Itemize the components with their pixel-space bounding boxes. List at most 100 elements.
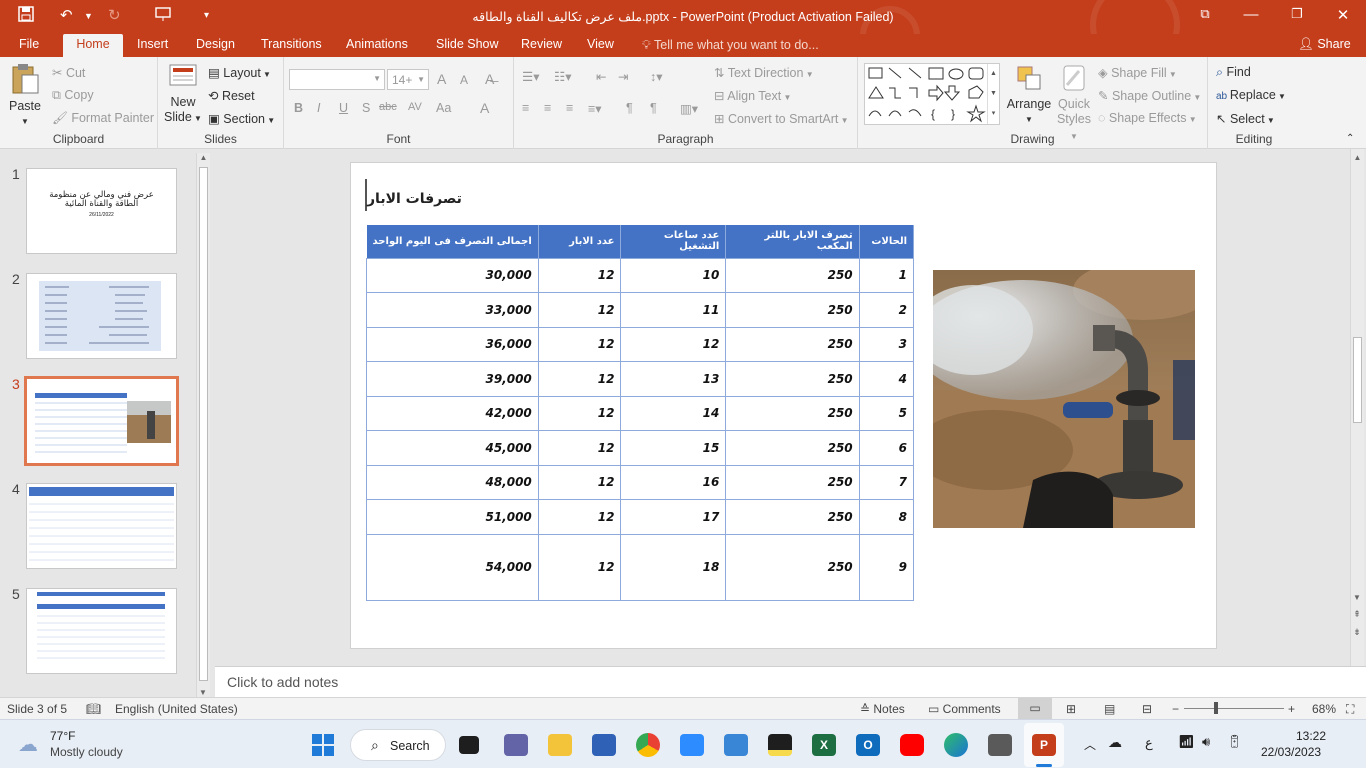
convert-smartart-button[interactable]: ⊞ Convert to SmartArt ▼ [714,111,849,126]
table-cell[interactable]: 45,000 [366,430,539,466]
align-center-icon[interactable]: ≡ [544,101,551,115]
table-cell[interactable]: 13 [620,361,727,397]
current-slide[interactable]: تصرفات الابار الحالات تصرف الابار باللتر… [350,162,1217,649]
table-cell[interactable]: 3 [858,326,915,362]
table-cell[interactable]: 9 [858,533,915,601]
language-indicator[interactable]: English (United States) [115,702,238,716]
copy-button[interactable]: ⧉ Copy [52,88,94,103]
table-cell[interactable]: 250 [725,361,860,397]
slide-thumbnail-3[interactable] [24,376,179,466]
file-explorer-icon[interactable] [548,734,572,756]
rtl-icon[interactable]: ¶ [650,101,657,115]
clock-time[interactable]: 13:22 [1296,729,1326,743]
show-hidden-icons[interactable]: ︿ [1084,736,1096,753]
notes-placeholder[interactable]: Click to add notes [227,674,338,690]
table-cell[interactable]: 12 [537,499,622,535]
header-cell[interactable]: اجمالى التصرف فى اليوم الواحد [366,225,539,258]
table-cell[interactable]: 250 [725,257,860,293]
zoom-app-icon[interactable] [680,734,704,756]
table-cell[interactable]: 250 [725,292,860,328]
tab-design[interactable]: Design [187,34,244,57]
share-button[interactable]: 👤︎ Share [1298,37,1351,52]
new-slide-button[interactable]: New Slide ▼ [164,63,202,126]
tab-slide-show[interactable]: Slide Show [427,34,508,57]
shapes-gallery[interactable]: {} ▲ ▼ ▾ [864,63,1000,125]
zoom-out-icon[interactable]: − [1172,702,1179,716]
grow-font-button[interactable]: A [437,71,446,87]
table-cell[interactable]: 250 [725,533,860,601]
font-color-button[interactable]: A [480,100,489,116]
slide-thumbnail-2[interactable] [26,273,177,359]
table-cell[interactable]: 36,000 [366,326,539,362]
table-cell[interactable]: 14 [620,395,727,431]
reset-button[interactable]: ⟲ Reset [208,88,255,103]
header-cell[interactable]: عدد الابار [538,225,622,258]
table-cell[interactable]: 11 [620,292,727,328]
slide-thumbnail-1[interactable]: عرض فني ومالي عن منظومة الطاقة والقناة ا… [26,168,177,254]
table-cell[interactable]: 250 [725,430,860,466]
excel-icon[interactable]: X [812,734,836,756]
columns-icon[interactable]: ▥▾ [680,101,698,116]
table-cell[interactable]: 12 [537,430,622,466]
slide-thumbnail-5[interactable] [26,588,177,674]
table-cell[interactable]: 4 [858,361,915,397]
slide-thumbnail-4[interactable] [26,483,177,569]
tab-insert[interactable]: Insert [128,34,177,57]
normal-view-icon[interactable]: ▭ [1018,698,1052,719]
layout-button[interactable]: ▤ Layout ▼ [208,65,271,80]
tab-file[interactable]: File [10,34,48,57]
table-cell[interactable]: 30,000 [366,257,539,293]
justify-icon[interactable]: ≡▾ [588,101,602,116]
table-cell[interactable]: 16 [620,464,727,500]
underline-button[interactable]: U [339,101,348,115]
character-spacing-button[interactable]: AV [408,101,422,113]
table-cell[interactable]: 12 [537,326,622,362]
powerpoint-icon[interactable]: P [1032,734,1056,756]
table-cell[interactable]: 12 [537,395,622,431]
slide-title[interactable]: تصرفات الابار [367,191,462,207]
table-cell[interactable]: 12 [537,361,622,397]
input-language[interactable]: ع [1145,735,1153,751]
table-cell[interactable]: 12 [620,326,727,362]
shape-outline-button[interactable]: ✎ Shape Outline ▼ [1098,88,1201,103]
zoom-slider-thumb[interactable] [1214,702,1218,714]
tab-transitions[interactable]: Transitions [252,34,331,57]
clear-formatting-icon[interactable]: A̶ [485,71,494,87]
table-cell[interactable]: 250 [725,464,860,500]
volume-icon[interactable]: 🔊︎ [1202,734,1210,750]
reading-view-icon[interactable]: ▤ [1104,702,1115,716]
onedrive-icon[interactable]: ☁ [1108,734,1122,751]
text-direction-button[interactable]: ⇅ Text Direction ▼ [714,65,814,80]
outlook-icon[interactable]: O [856,734,880,756]
water-well-photo[interactable] [933,270,1195,528]
notes-pane[interactable]: Click to add notes [215,666,1366,697]
scroll-up-icon[interactable]: ▲ [1351,153,1364,162]
table-cell[interactable]: 10 [620,257,727,293]
sticky-notes-icon[interactable] [768,734,792,756]
wifi-icon[interactable]: 📶︎ [1178,734,1195,750]
slide-scrollbar-thumb[interactable] [1353,337,1362,423]
next-slide-icon[interactable]: ⇟ [1351,627,1363,638]
slide-scrollbar[interactable]: ▲ ▼ ⇞ ⇟ [1350,149,1364,666]
table-cell[interactable]: 250 [725,499,860,535]
scrollbar-thumb[interactable] [199,167,208,681]
select-button[interactable]: ↖ Select ▼ [1216,111,1275,126]
font-name-combo[interactable]: ▼ [289,69,385,90]
strikethrough-button[interactable]: abc [379,101,397,113]
slide-sorter-icon[interactable]: ⊞ [1066,702,1076,716]
bold-button[interactable]: B [294,101,303,115]
restore-icon[interactable]: ❐ [1282,6,1312,22]
scroll-up-icon[interactable]: ▲ [197,153,210,162]
find-button[interactable]: ⌕ Find [1216,65,1251,80]
tab-view[interactable]: View [578,34,623,57]
arrange-button[interactable]: Arrange ▼ [1006,63,1052,127]
zoom-level[interactable]: 68% [1312,702,1336,716]
teams-icon[interactable] [504,734,528,756]
numbering-icon[interactable]: ☷▾ [554,69,571,84]
zoom-slider[interactable] [1184,708,1284,709]
table-cell[interactable]: 7 [858,464,915,500]
weather-condition[interactable]: Mostly cloudy [50,745,123,759]
clock-date[interactable]: 22/03/2023 [1261,745,1321,759]
table-cell[interactable]: 250 [725,395,860,431]
text-shadow-button[interactable]: S [362,101,370,115]
